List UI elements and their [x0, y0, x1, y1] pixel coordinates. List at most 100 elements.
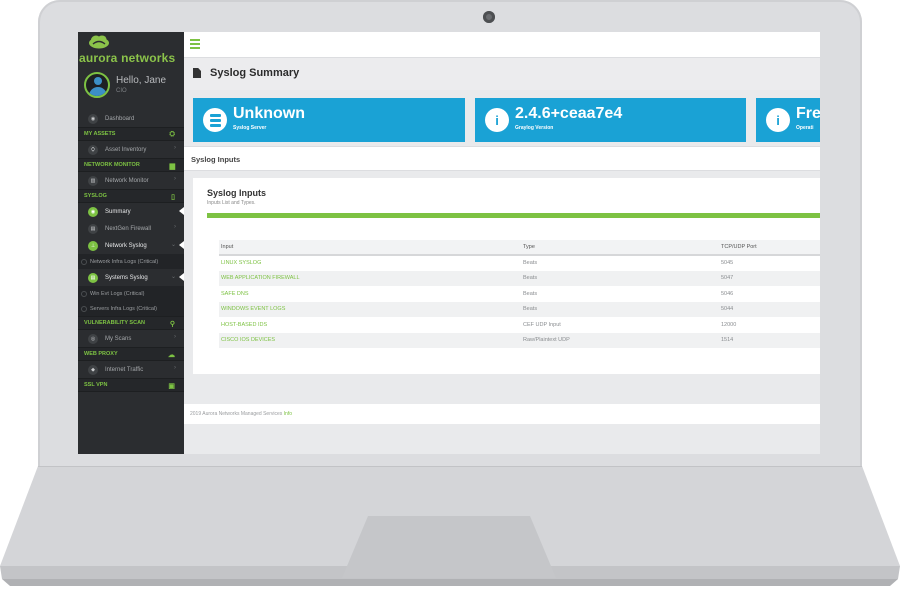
sidebar-section-my-assets: MY ASSETS ⛭: [78, 127, 184, 141]
sidebar-item-asset-inventory[interactable]: ⛭ Asset Inventory ›: [78, 141, 184, 158]
sidebar-subitem-label: Network Infra Logs (Critical): [90, 258, 159, 265]
main-content: Syslog Summary Unknown Syslog Server i 2…: [184, 32, 820, 454]
sidebar-section-network-monitor: NETWORK MONITOR ▆: [78, 158, 184, 172]
table-row[interactable]: WINDOWS EVENT LOGS Beats 5044: [219, 301, 820, 317]
table-row[interactable]: CISCO IOS DEVICES Raw/Plaintext UDP 1514: [219, 332, 820, 348]
lock-icon: ▣: [168, 383, 175, 390]
stat-label: Syslog Server: [233, 125, 267, 131]
section-label: SYSLOG: [84, 193, 107, 199]
footer: 2019 Aurora Networks Managed Services In…: [184, 404, 820, 424]
user-profile[interactable]: Hello, Jane CIO: [78, 66, 184, 110]
sidebar-item-summary[interactable]: ◉ Summary: [78, 203, 184, 220]
card-subtitle: Inputs List and Types.: [207, 200, 256, 206]
section-bar: Syslog Inputs: [184, 146, 820, 171]
cell-type: Beats: [523, 290, 538, 297]
cell-type: Beats: [523, 260, 538, 267]
sidebar-item-network-syslog[interactable]: ⊥ Network Syslog ⌄: [78, 237, 184, 254]
sidebar-subitem[interactable]: Win Evt Logs (Critical): [78, 286, 184, 301]
cell-input[interactable]: SAFE DNS: [219, 286, 521, 302]
sidebar-nav: ◉ Dashboard MY ASSETS ⛭ ⛭ Asset Inventory › NET…: [78, 110, 184, 392]
sidebar-item-network-monitor[interactable]: ▥ Network Monitor ›: [78, 172, 184, 189]
brand-name: aurora networks: [79, 51, 176, 65]
sidebar-item-dashboard[interactable]: ◉ Dashboard: [78, 110, 184, 127]
avatar: [84, 72, 110, 98]
cell-type: CEF UDP Input: [523, 321, 561, 328]
column-header-type[interactable]: Type: [521, 240, 719, 256]
scan-icon: ◎: [88, 333, 98, 344]
stat-value: Unknown: [233, 105, 305, 122]
table-body: LINUX SYSLOG Beats 5045 WEB APPLICATION FIR…: [219, 255, 820, 348]
cell-port: 5045: [721, 260, 734, 267]
section-label: MY ASSETS: [84, 131, 116, 137]
sidebar-section-vulnerability-scan: VULNERABILITY SCAN ⚲: [78, 316, 184, 330]
section-label: WEB PROXY: [84, 351, 118, 357]
top-bar: [184, 32, 820, 58]
cell-type: Beats: [521, 301, 719, 317]
cell-input[interactable]: WINDOWS EVENT LOGS: [219, 301, 521, 317]
chevron-right-icon: ›: [174, 334, 176, 340]
sidebar: aurora networks Hello, Jane CIO ◉ Dashboa…: [78, 32, 184, 454]
hamburger-menu-icon[interactable]: [190, 39, 200, 51]
sidebar-item-my-scans[interactable]: ◎ My Scans ›: [78, 330, 184, 347]
sidebar-item-label: My Scans: [105, 335, 132, 342]
cell-type: Beats: [521, 270, 719, 286]
sidebar-item-nextgen-firewall[interactable]: ▤ NextGen Firewall ›: [78, 220, 184, 237]
sidebar-item-label: Network Monitor: [105, 177, 149, 184]
info-icon: i: [485, 108, 509, 132]
table-row[interactable]: LINUX SYSLOG Beats 5045: [219, 255, 820, 271]
sidebar-subitem-label: Servers Infra Logs (Critical): [90, 305, 157, 312]
page-header: Syslog Summary: [184, 58, 820, 90]
stat-tile-graylog-version: i 2.4.6+ceaa7e4 Graylog Version: [475, 98, 746, 142]
sidebar-item-internet-traffic[interactable]: ◆ Internet Traffic ›: [78, 361, 184, 378]
section-label: NETWORK MONITOR: [84, 162, 140, 168]
cell-type: Raw/Plaintext UDP: [521, 332, 719, 348]
systems-icon: ▤: [88, 272, 98, 283]
cell-input[interactable]: CISCO IOS DEVICES: [219, 332, 521, 348]
monitor-icon: ▆: [169, 163, 175, 170]
sidebar-subitem[interactable]: Network Infra Logs (Critical): [78, 254, 184, 269]
summary-icon: ◉: [88, 206, 98, 217]
inventory-icon: ⛭: [88, 144, 98, 155]
table-row[interactable]: HOST-BASED IDS CEF UDP Input 12000: [219, 317, 820, 333]
sidebar-section-web-proxy: WEB PROXY ☁: [78, 347, 184, 361]
document-icon: ▯: [171, 194, 175, 201]
cell-input[interactable]: HOST-BASED IDS: [219, 317, 521, 333]
user-role: CIO: [116, 88, 127, 94]
stat-label: Graylog Version: [515, 125, 554, 131]
stat-value: Fre: [796, 105, 820, 122]
column-header-port[interactable]: TCP/UDP Port: [719, 240, 820, 256]
stat-label: Operati: [796, 125, 814, 131]
sidebar-item-label: Asset Inventory: [105, 146, 147, 153]
column-header-input[interactable]: Input: [219, 240, 521, 256]
table-row[interactable]: WEB APPLICATION FIREWALL Beats 5047: [219, 270, 820, 286]
chevron-right-icon: ›: [174, 224, 176, 230]
sidebar-section-ssl-vpn: SSL VPN ▣: [78, 378, 184, 392]
footer-text: 2019 Aurora Networks Managed Services: [190, 411, 283, 417]
sidebar-item-systems-syslog[interactable]: ▤ Systems Syslog ⌄: [78, 269, 184, 286]
app-screen: aurora networks Hello, Jane CIO ◉ Dashboa…: [78, 32, 820, 454]
syslog-inputs-card: Syslog Inputs Inputs List and Types. Inp…: [193, 178, 820, 374]
search-icon: ⚲: [169, 321, 175, 328]
sidebar-item-label: Dashboard: [105, 115, 135, 122]
chevron-right-icon: ›: [174, 365, 176, 371]
cell-port: 5047: [719, 270, 820, 286]
sidebar-section-syslog: SYSLOG ▯: [78, 189, 184, 203]
table-row[interactable]: SAFE DNS Beats 5046: [219, 286, 820, 302]
section-label: VULNERABILITY SCAN: [84, 320, 146, 326]
cell-input[interactable]: WEB APPLICATION FIREWALL: [219, 270, 521, 286]
stat-tile-syslog-server: Unknown Syslog Server: [193, 98, 465, 142]
dashboard-icon: ◉: [88, 113, 98, 124]
globe-icon: ◆: [88, 364, 98, 375]
brand[interactable]: aurora networks: [78, 32, 184, 66]
sidebar-subitem[interactable]: Servers Infra Logs (Critical): [78, 301, 184, 316]
footer-info-link[interactable]: Info: [284, 411, 292, 417]
sidebar-item-label: Summary: [105, 208, 131, 215]
chevron-right-icon: ›: [174, 176, 176, 182]
cloud-icon: ☁: [168, 352, 175, 359]
cell-port: 12000: [721, 321, 737, 328]
greeting: Hello, Jane: [116, 75, 167, 86]
cell-input[interactable]: LINUX SYSLOG: [219, 255, 521, 271]
sidebar-subitem-label: Win Evt Logs (Critical): [90, 290, 145, 297]
camera-icon: [483, 11, 495, 23]
inputs-table: Input Type TCP/UDP Port LINUX SYSLOG Beat…: [219, 240, 820, 348]
